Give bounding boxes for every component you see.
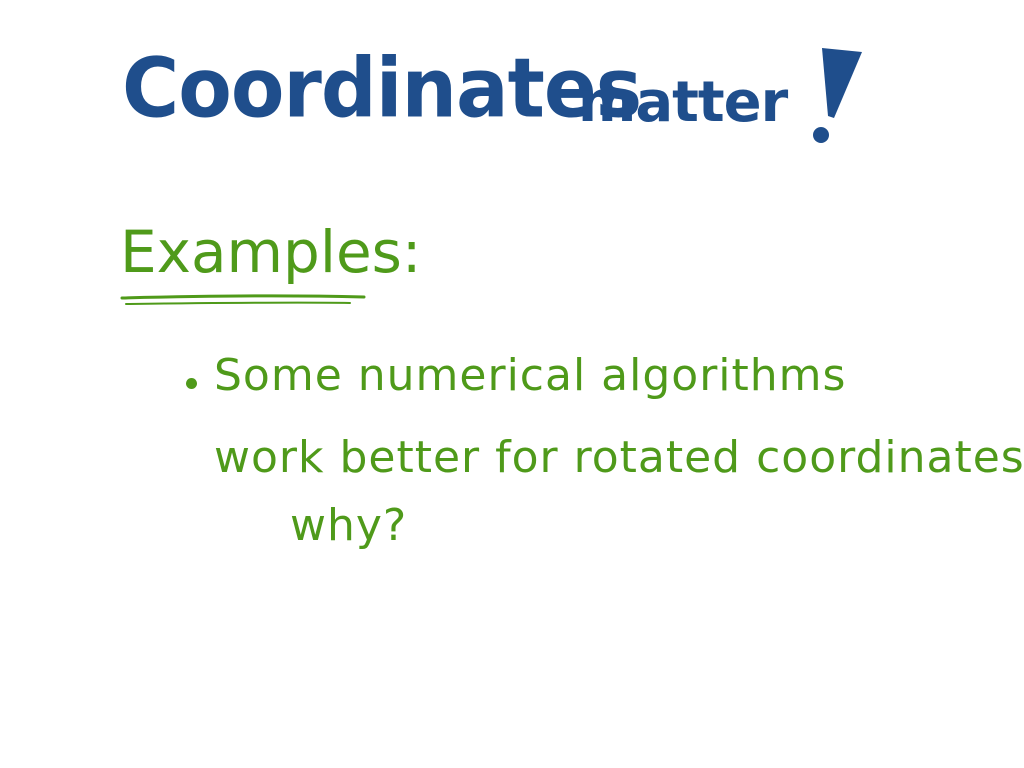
bullet-dot <box>186 378 197 389</box>
bullet-line-3: why? <box>290 500 408 551</box>
examples-heading: Examples: <box>120 218 422 286</box>
slide-title: Coordinates matter <box>0 0 1024 170</box>
heading-underline <box>120 294 366 305</box>
slide-canvas: Coordinates matter Examples: Some numeri… <box>0 0 1024 768</box>
exclamation-mark <box>813 48 862 143</box>
exclamation-stroke <box>822 48 862 118</box>
bullet-line-2: work better for rotated coordinates, <box>214 432 1024 483</box>
title-word-coordinates: Coordinates <box>122 42 642 137</box>
bullet-line-1: Some numerical algorithms <box>214 350 847 401</box>
title-word-matter: matter <box>578 70 788 135</box>
exclamation-dot <box>813 127 829 143</box>
